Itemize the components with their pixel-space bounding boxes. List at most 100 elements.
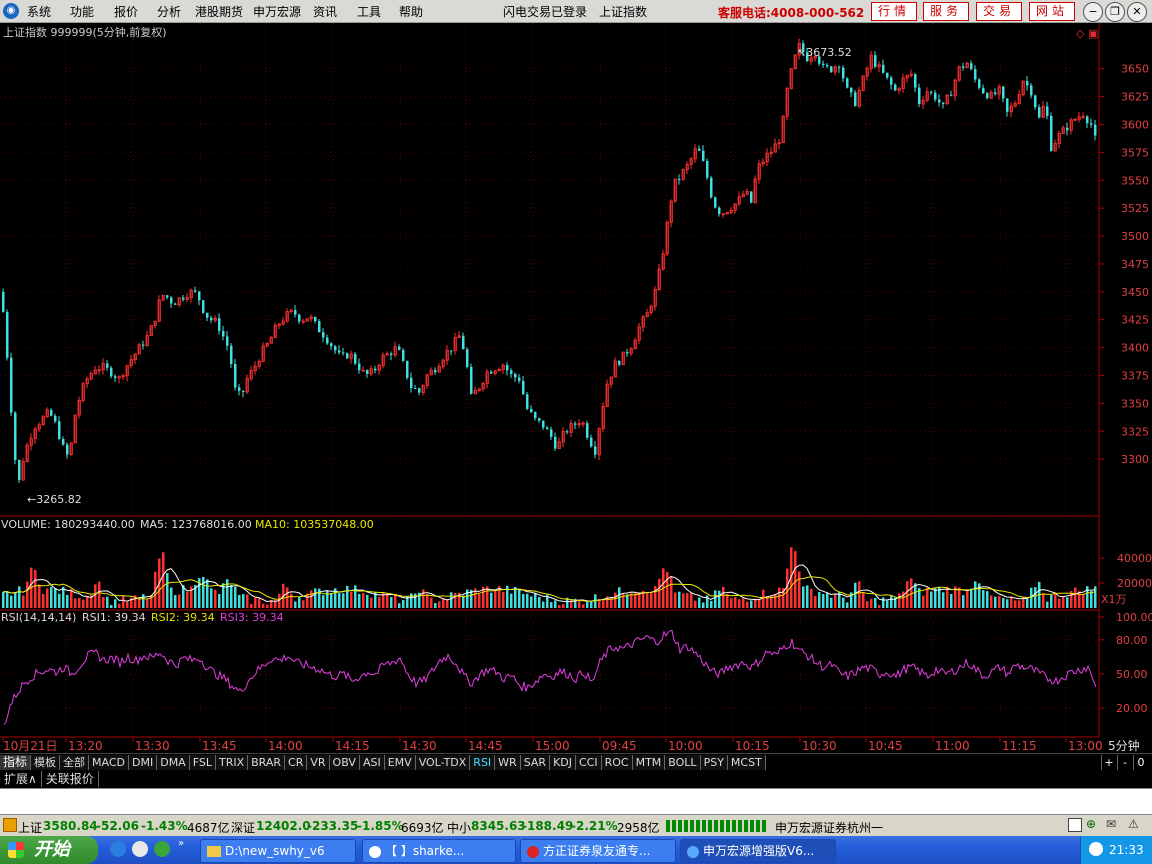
candle-body	[886, 72, 889, 78]
rsi1-label: RSI1: 39.34	[82, 611, 146, 624]
indicator-tab-macd[interactable]: MACD	[89, 755, 129, 770]
message-icon[interactable]: ✉	[1106, 817, 1116, 831]
indicator-tab-cr[interactable]: CR	[285, 755, 308, 770]
indicator-tab-vol-tdx[interactable]: VOL-TDX	[415, 755, 471, 770]
indicator-tab-fsl[interactable]: FSL	[189, 755, 216, 770]
alert-icon[interactable]: ⚠	[1128, 817, 1139, 831]
market-button[interactable]: 行情	[871, 2, 917, 21]
indicator-tab-brar[interactable]: BRAR	[248, 755, 286, 770]
candle-body	[894, 84, 897, 91]
volume-bar	[102, 596, 105, 608]
menu-swhy[interactable]: 申万宏源	[253, 3, 301, 20]
volume-bar	[214, 589, 217, 608]
service-button[interactable]: 服务	[923, 2, 969, 21]
indicator-tab-dma[interactable]: DMA	[157, 755, 190, 770]
candle-body	[50, 409, 53, 416]
indicator-tab-wr[interactable]: WR	[495, 755, 521, 770]
indicator-tab-mcst[interactable]: MCST	[727, 755, 766, 770]
trade-button[interactable]: 交易	[976, 2, 1022, 21]
task-sharke[interactable]: 【 】sharke...	[362, 839, 516, 863]
app-quicklaunch-icon[interactable]	[154, 841, 170, 857]
volume-bar	[626, 594, 629, 608]
indicator-tab-dmi[interactable]: DMI	[129, 755, 158, 770]
security-icon[interactable]	[1089, 842, 1103, 856]
ie-icon[interactable]	[110, 841, 126, 857]
volume-bar	[930, 591, 933, 608]
volume-bar	[534, 592, 537, 608]
menu-function[interactable]: 功能	[70, 3, 94, 20]
task-fangzheng[interactable]: 方正证券泉友通专...	[520, 839, 676, 863]
indicator-tab-全部[interactable]: 全部	[60, 755, 90, 770]
candle-body	[678, 179, 681, 181]
stock-chart[interactable]: 3300 3325 3350 3375 3400 3425 3450 3475 3500 3525…	[0, 23, 1152, 753]
reset-button[interactable]: 0	[1133, 755, 1148, 770]
volume-bar	[22, 595, 25, 608]
indicator-tab-roc[interactable]: ROC	[601, 755, 633, 770]
volume-bar	[794, 551, 797, 608]
minimize-icon[interactable]: −	[1083, 2, 1103, 22]
window-title: 上证指数	[599, 5, 648, 19]
menu-help[interactable]: 帮助	[399, 3, 423, 20]
indicator-tab-asi[interactable]: ASI	[359, 755, 385, 770]
indicator-tab-psy[interactable]: PSY	[700, 755, 728, 770]
indicator-tab-rsi[interactable]: RSI	[470, 755, 496, 770]
market-strength-bar	[666, 820, 768, 832]
candle-body	[986, 93, 989, 99]
volume-bar	[226, 579, 229, 608]
related-quotes-tab[interactable]: 关联报价	[42, 771, 99, 787]
volume-bar	[710, 600, 713, 608]
candle-body	[850, 87, 853, 93]
volume-bar	[622, 593, 625, 608]
volume-bar	[742, 598, 745, 608]
restore-icon[interactable]: ❐	[1105, 2, 1125, 22]
volume-bar	[10, 595, 13, 608]
indicator-tab-模板[interactable]: 模板	[31, 755, 61, 770]
volume-bar	[34, 569, 37, 608]
volume-bar	[302, 600, 305, 608]
close-icon[interactable]: ✕	[1127, 2, 1147, 22]
indicator-tab-boll[interactable]: BOLL	[665, 755, 701, 770]
indicator-tab-obv[interactable]: OBV	[329, 755, 360, 770]
indicator-tab-vr[interactable]: VR	[307, 755, 330, 770]
indicator-tab-kdj[interactable]: KDJ	[550, 755, 576, 770]
indicator-tab-sar[interactable]: SAR	[520, 755, 551, 770]
candle-body	[450, 350, 453, 352]
candle-body	[294, 310, 297, 315]
menu-analysis[interactable]: 分析	[157, 3, 181, 20]
menu-news[interactable]: 资讯	[313, 3, 337, 20]
indicator-tab-emv[interactable]: EMV	[384, 755, 416, 770]
candle-body	[626, 352, 629, 354]
window-icon[interactable]	[1068, 818, 1082, 832]
candle-body	[994, 92, 997, 95]
clock: 21:33	[1109, 843, 1144, 857]
expand-quicklaunch-icon[interactable]: »	[178, 838, 184, 849]
volume-bar	[390, 597, 393, 608]
sh-change: -52.06	[96, 819, 139, 833]
menu-tools[interactable]: 工具	[357, 3, 381, 20]
volume-bar	[738, 599, 741, 608]
menu-hk-futures[interactable]: 港股期货	[195, 3, 243, 20]
candle-body	[1046, 106, 1049, 116]
start-button[interactable]: 开始	[0, 836, 98, 864]
volume-bar	[394, 593, 397, 608]
volume-bar	[778, 587, 781, 608]
expand-tab[interactable]: 扩展∧	[0, 771, 42, 787]
indicator-tab-cci[interactable]: CCI	[576, 755, 602, 770]
zoom-in-button[interactable]: +	[1101, 755, 1116, 770]
app-logo-icon[interactable]: ◉	[3, 3, 19, 19]
zoom-out-button[interactable]: -	[1117, 755, 1132, 770]
menu-system[interactable]: 系统	[27, 3, 51, 20]
task-explorer[interactable]: D:\new_swhy_v6	[200, 839, 356, 863]
indicator-tab-指标[interactable]: 指标	[0, 755, 32, 770]
email-icon[interactable]	[132, 841, 148, 857]
indicator-tab-trix[interactable]: TRIX	[215, 755, 249, 770]
task-swhy[interactable]: 申万宏源增强版V6...	[680, 839, 836, 863]
volume-bar	[1010, 596, 1013, 608]
menu-quote[interactable]: 报价	[114, 3, 138, 20]
website-button[interactable]: 网站	[1029, 2, 1075, 21]
volume-tick-label: 40000	[1117, 552, 1152, 565]
chart-window-icon: ▣	[1088, 27, 1098, 40]
candle-body	[354, 353, 357, 364]
volume-bar	[422, 589, 425, 608]
indicator-tab-mtm[interactable]: MTM	[632, 755, 666, 770]
